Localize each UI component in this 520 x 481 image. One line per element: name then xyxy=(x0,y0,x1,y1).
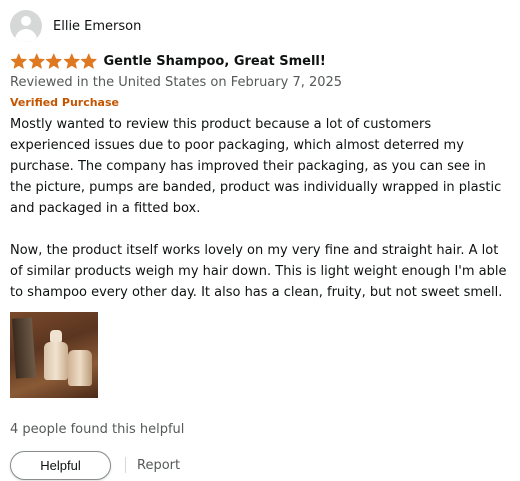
review-body: Mostly wanted to review this product bec… xyxy=(10,114,510,303)
thumbnail-bottle xyxy=(68,350,92,386)
helpful-button[interactable]: Helpful xyxy=(10,450,111,480)
star-icon xyxy=(45,53,62,69)
star-icon xyxy=(28,53,45,69)
report-link[interactable]: Report xyxy=(137,458,180,473)
star-icon xyxy=(80,53,97,69)
reviewer-profile[interactable]: Ellie Emerson xyxy=(10,10,515,42)
verified-purchase-badge[interactable]: Verified Purchase xyxy=(10,95,515,111)
star-icon xyxy=(63,53,80,69)
avatar-head xyxy=(21,16,31,26)
review-title-row: Gentle Shampoo, Great Smell! xyxy=(10,52,515,70)
avatar-body xyxy=(15,29,37,42)
review-actions: Helpful Report xyxy=(10,449,515,481)
review-paragraph: Mostly wanted to review this product bec… xyxy=(10,117,502,216)
review-paragraph: Now, the product itself works lovely on … xyxy=(10,243,507,300)
review-date: Reviewed in the United States on Februar… xyxy=(10,75,343,90)
thumbnail-box-shape xyxy=(11,317,37,379)
star-rating[interactable] xyxy=(10,53,98,69)
star-icon xyxy=(10,53,27,69)
review-card: Ellie Emerson Gentle Shampoo, Great Smel… xyxy=(10,10,515,481)
reviewer-name[interactable]: Ellie Emerson xyxy=(53,19,141,34)
user-avatar-icon[interactable] xyxy=(10,10,42,42)
review-image-thumbnail[interactable] xyxy=(10,312,98,398)
helpful-count: 4 people found this helpful xyxy=(10,422,185,437)
thumbnail-bottle xyxy=(44,342,68,380)
review-title[interactable]: Gentle Shampoo, Great Smell! xyxy=(104,54,326,69)
action-divider xyxy=(125,457,126,473)
